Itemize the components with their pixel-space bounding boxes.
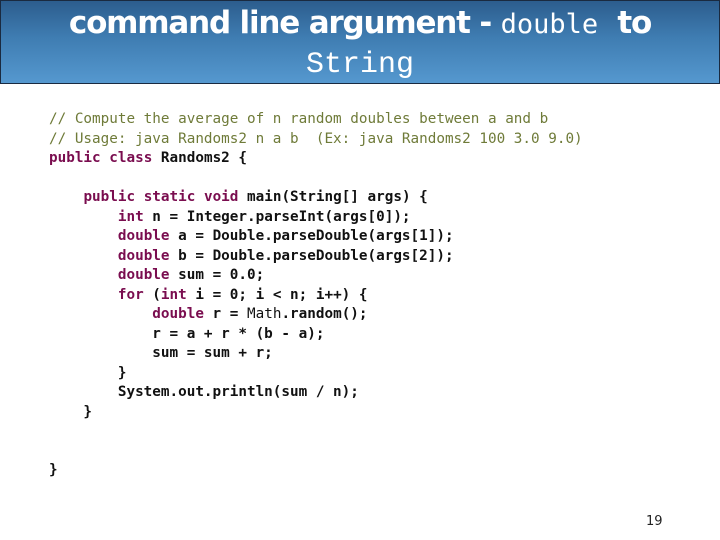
code-keyword: class	[109, 150, 153, 166]
code-line: double a = Double.parseDouble(args[1]);	[49, 227, 454, 246]
code-text: b = Double.parseDouble(args[2]);	[169, 247, 454, 264]
code-text: }	[49, 403, 93, 420]
code-keyword: double	[117, 228, 170, 244]
code-line: double sum = 0.0;	[49, 266, 264, 285]
code-keyword: int	[117, 208, 144, 225]
code-line: // Compute the average of n random doubl…	[49, 110, 548, 129]
code-text: Randoms2 {	[152, 150, 247, 166]
code-keyword: static	[143, 189, 196, 205]
code-keyword: public	[83, 189, 136, 205]
code-text: i = 0; i < n; i++) {	[186, 286, 368, 303]
code-line: double b = Double.parseDouble(args[2]);	[49, 247, 454, 266]
code-text: System.out.println(sum / n);	[49, 384, 359, 400]
slide-title-line-2: String	[305, 48, 415, 82]
code-line: System.out.println(sum / n);	[49, 383, 359, 402]
code-line: }	[49, 461, 58, 480]
code-line: // Usage: java Randoms2 n a b (Ex: java …	[49, 130, 583, 149]
code-text: (	[143, 286, 161, 303]
code-line: }	[49, 364, 127, 383]
code-keyword: void	[203, 189, 239, 205]
code-text: r = a + r * (b - a);	[49, 325, 325, 342]
code-line: public static void main(String[] args) {	[49, 188, 428, 207]
code-line: int n = Integer.parseInt(args[0]);	[49, 208, 411, 227]
code-text: .random();	[281, 306, 368, 322]
title-text: command line argument -	[68, 5, 501, 41]
code-text: n = Integer.parseInt(args[0]);	[143, 208, 411, 225]
code-text: a = Double.parseDouble(args[1]);	[169, 228, 454, 244]
code-line: public class Randoms2 {	[49, 149, 247, 168]
page-number: 19	[646, 514, 663, 529]
code-keyword: double	[117, 267, 170, 283]
title-code-double: double	[500, 9, 599, 40]
slide-title-line-1: command line argument - double to	[1, 3, 719, 45]
code-line: sum = sum + r;	[49, 344, 273, 363]
code-line: double r = Math.random();	[49, 305, 368, 324]
code-text: sum = sum + r;	[49, 345, 273, 361]
code-text: Math	[247, 306, 282, 322]
code-keyword: public	[49, 150, 101, 166]
code-comment: // Usage: java Randoms2 n a b (Ex: java …	[49, 130, 583, 147]
code-line: for (int i = 0; i < n; i++) {	[49, 286, 368, 305]
code-comment: // Compute the average of n random doubl…	[49, 111, 549, 127]
code-keyword: int	[160, 286, 187, 303]
slide-title-banner: command line argument - double to String	[0, 0, 720, 84]
code-text: }	[49, 462, 58, 478]
title-text-to: to	[598, 5, 652, 41]
code-text: main(String[] args) {	[238, 189, 428, 205]
code-text: sum = 0.0;	[169, 267, 265, 283]
code-keyword: double	[117, 247, 170, 264]
code-line: r = a + r * (b - a);	[49, 325, 324, 344]
code-keyword: for	[117, 286, 144, 303]
code-text: }	[49, 364, 127, 381]
code-keyword: double	[152, 306, 204, 322]
code-line: }	[49, 403, 92, 422]
code-text: r =	[203, 306, 247, 322]
